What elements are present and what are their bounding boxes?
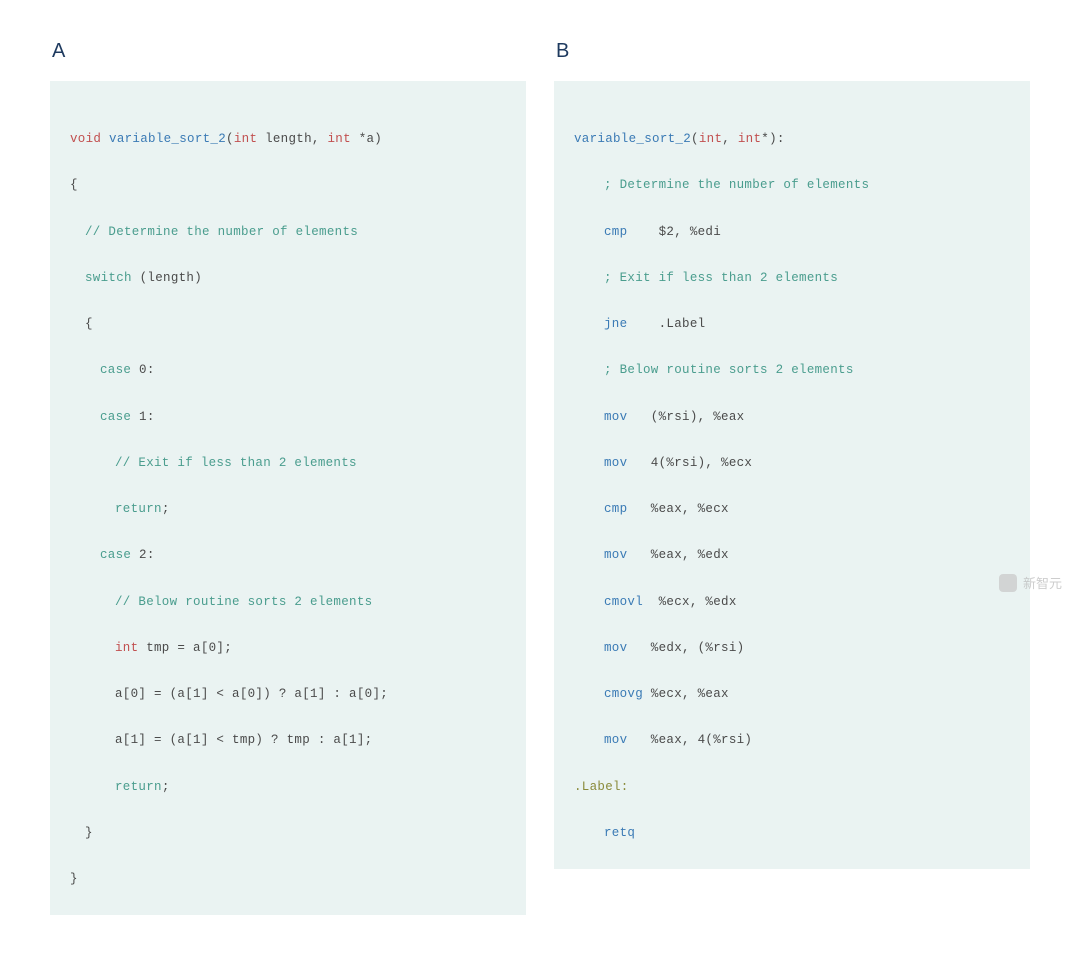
code-line: variable_sort_2(int, int*):	[574, 128, 1010, 151]
code-comment: // Below routine sorts 2 elements	[70, 591, 506, 614]
code-line: a[0] = (a[1] < a[0]) ? a[1] : a[0];	[70, 683, 506, 706]
code-block-b: variable_sort_2(int, int*): ; Determine …	[554, 81, 1030, 869]
code-line: retq	[574, 822, 1010, 845]
panel-a: A void variable_sort_2(int length, int *…	[50, 40, 526, 915]
code-line: return;	[70, 776, 506, 799]
watermark-text: 新智元	[1023, 573, 1062, 592]
watermark: 新智元	[999, 573, 1062, 592]
code-comment: // Determine the number of elements	[70, 221, 506, 244]
panel-b: B variable_sort_2(int, int*): ; Determin…	[554, 40, 1030, 915]
code-line: case 1:	[70, 406, 506, 429]
code-line: {	[70, 313, 506, 336]
code-line: mov %eax, %edx	[574, 544, 1010, 567]
code-line: cmp %eax, %ecx	[574, 498, 1010, 521]
panel-a-label: A	[52, 40, 526, 63]
code-line: mov %edx, (%rsi)	[574, 637, 1010, 660]
code-line: case 0:	[70, 359, 506, 382]
code-line: mov (%rsi), %eax	[574, 406, 1010, 429]
code-comment: // Exit if less than 2 elements	[70, 452, 506, 475]
code-line: mov 4(%rsi), %ecx	[574, 452, 1010, 475]
code-line: a[1] = (a[1] < tmp) ? tmp : a[1];	[70, 729, 506, 752]
code-label: .Label:	[574, 776, 1010, 799]
code-line: mov %eax, 4(%rsi)	[574, 729, 1010, 752]
code-line: cmovg %ecx, %eax	[574, 683, 1010, 706]
code-comment: ; Determine the number of elements	[574, 174, 1010, 197]
code-line: return;	[70, 498, 506, 521]
code-line: jne .Label	[574, 313, 1010, 336]
code-comment: ; Exit if less than 2 elements	[574, 267, 1010, 290]
code-line: cmovl %ecx, %edx	[574, 591, 1010, 614]
code-line: switch (length)	[70, 267, 506, 290]
panel-b-label: B	[556, 40, 1030, 63]
code-comment: ; Below routine sorts 2 elements	[574, 359, 1010, 382]
two-column-layout: A void variable_sort_2(int length, int *…	[0, 0, 1080, 955]
code-block-a: void variable_sort_2(int length, int *a)…	[50, 81, 526, 915]
code-line: {	[70, 174, 506, 197]
code-line: int tmp = a[0];	[70, 637, 506, 660]
code-line: }	[70, 822, 506, 845]
code-line: void variable_sort_2(int length, int *a)	[70, 128, 506, 151]
code-line: case 2:	[70, 544, 506, 567]
code-line: }	[70, 868, 506, 891]
code-line: cmp $2, %edi	[574, 221, 1010, 244]
watermark-icon	[999, 574, 1017, 592]
